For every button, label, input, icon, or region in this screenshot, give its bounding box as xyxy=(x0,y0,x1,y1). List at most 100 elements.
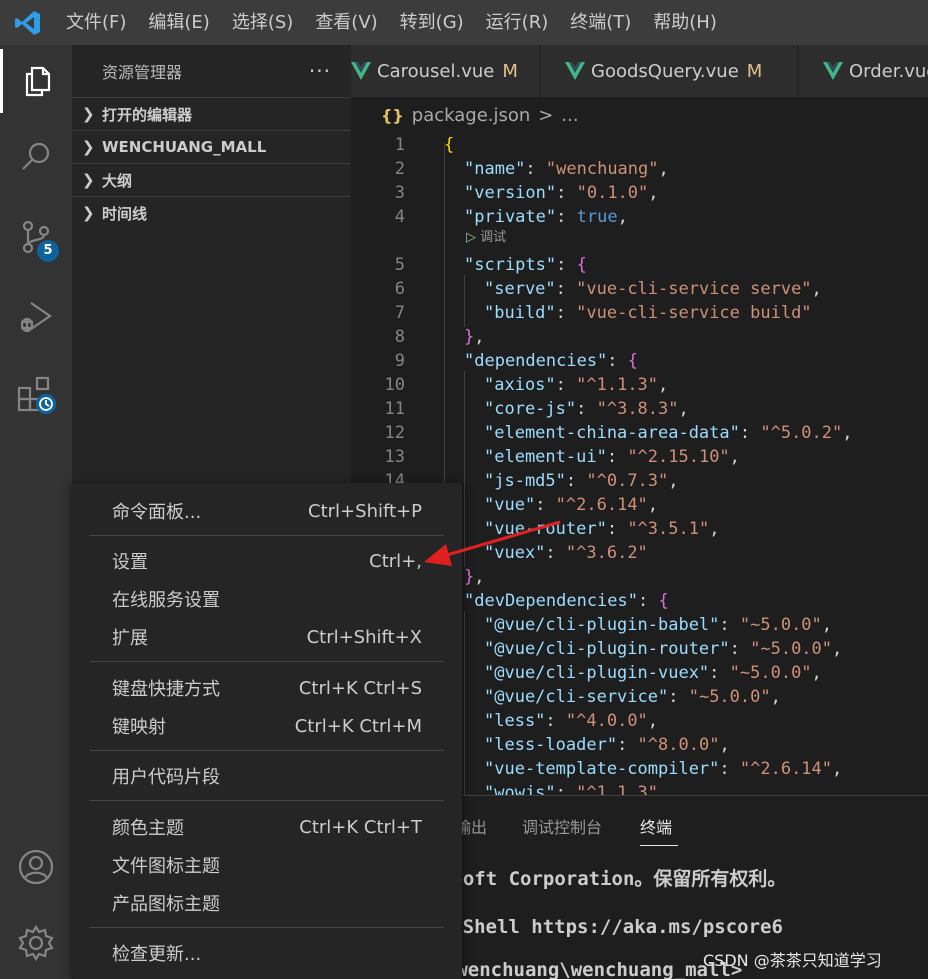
menu-online-services-settings[interactable]: 在线服务设置 xyxy=(72,581,462,617)
line-number: 12 xyxy=(384,423,405,443)
indent-guide xyxy=(464,611,465,795)
menu-product-icon-theme[interactable]: 产品图标主题 xyxy=(72,885,462,921)
code-text: "wowjs": "^1.1.3" xyxy=(484,783,659,795)
vue-file-icon xyxy=(565,62,585,80)
menu-settings[interactable]: 设置 Ctrl+, xyxy=(72,543,462,579)
code-text: "name": "wenchuang", xyxy=(464,159,669,179)
search-icon[interactable] xyxy=(0,125,72,189)
menu-file[interactable]: 文件(F) xyxy=(55,0,137,45)
codelens-debug[interactable]: ▷ 调试 xyxy=(466,228,506,248)
chevron-right-icon: ❯ xyxy=(82,138,95,156)
run-debug-icon[interactable] xyxy=(0,285,72,349)
account-icon[interactable] xyxy=(0,835,72,899)
code-text: "devDependencies": { xyxy=(464,591,669,611)
line-number: 13 xyxy=(384,447,405,467)
chevron-right-icon: ❯ xyxy=(82,105,95,123)
menu-edit[interactable]: 编辑(E) xyxy=(137,0,220,45)
panel-tab-terminal[interactable]: 终端 xyxy=(640,814,672,838)
extensions-icon[interactable] xyxy=(0,363,72,427)
menu-command-palette[interactable]: 命令面板... Ctrl+Shift+P xyxy=(72,493,462,529)
code-text: "js-md5": "^0.7.3", xyxy=(484,471,679,491)
code-text: "serve": "vue-cli-service serve", xyxy=(484,279,822,299)
line-number: 4 xyxy=(394,207,405,227)
vue-file-icon xyxy=(351,62,371,80)
manage-context-menu: 命令面板... Ctrl+Shift+P 设置 Ctrl+, 在线服务设置 扩展 Ct… xyxy=(72,483,462,979)
tab-label: Carousel.vue xyxy=(377,60,495,82)
line-number: 2 xyxy=(394,159,405,179)
code-text: "@vue/cli-plugin-router": "~5.0.0", xyxy=(484,639,843,659)
menu-selection[interactable]: 选择(S) xyxy=(221,0,304,45)
line-number: 9 xyxy=(394,351,405,371)
breadcrumb-file[interactable]: package.json xyxy=(412,105,531,126)
breadcrumb-rest[interactable]: ... xyxy=(561,105,578,126)
code-text: "vue-router": "^3.5.1", xyxy=(484,519,720,539)
settings-gear-icon[interactable] xyxy=(0,911,72,975)
section-label: 时间线 xyxy=(102,204,148,223)
menu-go[interactable]: 转到(G) xyxy=(389,0,475,45)
menu-extensions[interactable]: 扩展 Ctrl+Shift+X xyxy=(72,619,462,655)
watermark: CSDN @茶茶只知道学习 xyxy=(703,951,882,970)
code-text: "version": "0.1.0", xyxy=(464,183,659,203)
activity-bar: 5 xyxy=(0,45,72,979)
vscode-logo-icon xyxy=(15,11,40,35)
menu-color-theme[interactable]: 颜色主题 Ctrl+K Ctrl+T xyxy=(72,809,462,845)
menu-terminal[interactable]: 终端(T) xyxy=(559,0,642,45)
active-tab-indicator xyxy=(640,845,678,846)
menu-keymaps[interactable]: 键映射 Ctrl+K Ctrl+M xyxy=(72,708,462,744)
code-text: "core-js": "^3.8.3", xyxy=(484,399,689,419)
source-control-icon[interactable] xyxy=(0,205,72,269)
more-actions-icon[interactable]: ··· xyxy=(309,59,331,83)
code-text: "vuex": "^3.6.2" xyxy=(484,543,648,563)
code-text: "vue-template-compiler": "^2.6.14", xyxy=(484,759,843,779)
line-number: 1 xyxy=(394,135,405,155)
section-label: 打开的编辑器 xyxy=(102,105,193,124)
menu-run[interactable]: 运行(R) xyxy=(475,0,560,45)
tab-order-vue[interactable]: Order.vue xyxy=(799,45,928,97)
code-text: "@vue/cli-plugin-vuex": "~5.0.0", xyxy=(484,663,822,683)
menu-bar: 文件(F) 编辑(E) 选择(S) 查看(V) 转到(G) 运行(R) 终端(T… xyxy=(55,0,728,45)
line-number: 7 xyxy=(394,303,405,323)
tab-goodsquery-vue[interactable]: GoodsQuery.vue M xyxy=(541,45,798,97)
code-text: "@vue/cli-plugin-babel": "~5.0.0", xyxy=(484,615,833,635)
line-number: 3 xyxy=(394,183,405,203)
code-text: "element-china-area-data": "^5.0.2", xyxy=(484,423,853,443)
code-text: "private": true, xyxy=(464,207,628,227)
line-number: 5 xyxy=(394,255,405,275)
menu-check-updates[interactable]: 检查更新... xyxy=(72,935,462,971)
menu-file-icon-theme[interactable]: 文件图标主题 xyxy=(72,847,462,883)
explorer-icon[interactable] xyxy=(0,49,72,113)
modified-indicator: M xyxy=(746,60,763,82)
menu-separator xyxy=(90,750,444,751)
chevron-right-icon: ❯ xyxy=(82,171,95,189)
menu-keyboard-shortcuts[interactable]: 键盘快捷方式 Ctrl+K Ctrl+S xyxy=(72,670,462,706)
line-number: 10 xyxy=(384,375,405,395)
menu-help[interactable]: 帮助(H) xyxy=(642,0,728,45)
chevron-right-icon: ❯ xyxy=(82,204,95,222)
section-outline[interactable]: ❯ 大纲 xyxy=(72,163,351,196)
section-label: WENCHUANG_MALL xyxy=(102,138,267,156)
breadcrumb: {} package.json > ... xyxy=(351,97,928,133)
code-text: "axios": "^1.1.3", xyxy=(484,375,669,395)
code-text: "vue": "^2.6.14", xyxy=(484,495,659,515)
tab-carousel-vue[interactable]: Carousel.vue M xyxy=(351,45,540,97)
section-workspace-folder[interactable]: ❯ WENCHUANG_MALL xyxy=(72,130,351,163)
panel-tab-debug-console[interactable]: 调试控制台 xyxy=(522,814,602,838)
menu-separator xyxy=(90,800,444,801)
line-number: 11 xyxy=(384,399,405,419)
editor-tabs: Carousel.vue M GoodsQuery.vue M Order.vu… xyxy=(351,45,928,97)
code-text: "less": "^4.0.0", xyxy=(484,711,659,731)
menu-user-snippets[interactable]: 用户代码片段 xyxy=(72,758,462,794)
code-text: "scripts": { xyxy=(464,255,587,275)
sidebar-title: 资源管理器 xyxy=(102,63,183,82)
line-number: 6 xyxy=(394,279,405,299)
menu-separator xyxy=(90,661,444,662)
code-text: "build": "vue-cli-service build" xyxy=(484,303,812,323)
code-text: "element-ui": "^2.15.10", xyxy=(484,447,740,467)
code-text: "less-loader": "^8.0.0", xyxy=(484,735,730,755)
section-open-editors[interactable]: ❯ 打开的编辑器 xyxy=(72,97,351,130)
section-timeline[interactable]: ❯ 时间线 xyxy=(72,196,351,229)
menu-separator xyxy=(90,535,444,536)
code-text: }, xyxy=(464,567,485,587)
menu-view[interactable]: 查看(V) xyxy=(304,0,388,45)
section-label: 大纲 xyxy=(102,171,133,190)
